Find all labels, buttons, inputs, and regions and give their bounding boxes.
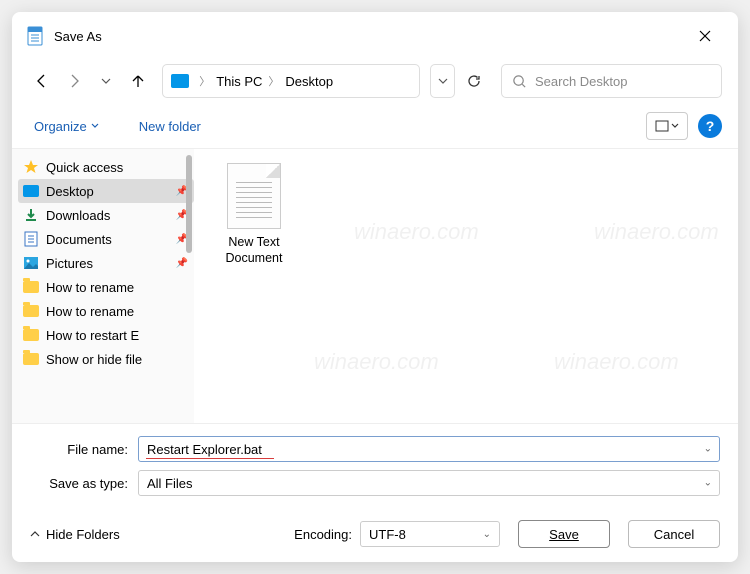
sidebar-item-label: Desktop — [46, 184, 94, 199]
saveastype-value: All Files — [147, 476, 193, 491]
up-button[interactable] — [124, 65, 152, 97]
folder-icon — [22, 279, 40, 295]
view-icon — [655, 120, 669, 132]
sidebar-item-downloads[interactable]: Downloads 📌 — [18, 203, 194, 227]
saveastype-select[interactable]: All Files — [138, 470, 720, 496]
sidebar-item-quick-access[interactable]: Quick access — [18, 155, 194, 179]
crumb-thispc[interactable]: This PC — [214, 72, 264, 91]
new-folder-label: New folder — [139, 119, 201, 134]
chevron-down-icon[interactable]: ⌄ — [704, 444, 712, 455]
address-dropdown[interactable] — [430, 64, 455, 98]
forward-button[interactable] — [60, 65, 88, 97]
downloads-icon — [22, 207, 40, 223]
folder-icon — [22, 327, 40, 343]
refresh-button[interactable] — [459, 64, 489, 98]
chevron-down-icon — [671, 122, 679, 130]
text-file-icon — [227, 163, 281, 229]
sidebar-item-label: Documents — [46, 232, 112, 247]
hide-folders-toggle[interactable]: Hide Folders — [30, 527, 120, 542]
action-row: Hide Folders Encoding: UTF-8 ⌄ Save Canc… — [12, 512, 738, 562]
file-label: New Text Document — [206, 235, 302, 266]
recent-locations-button[interactable] — [92, 65, 120, 97]
sidebar-item-label: Pictures — [46, 256, 93, 271]
save-form: File name: ⌄ Save as type: All Files ⌄ — [12, 423, 738, 512]
chevron-down-icon[interactable]: ⌄ — [704, 478, 712, 489]
folder-icon — [22, 303, 40, 319]
organize-label: Organize — [34, 119, 87, 134]
search-box[interactable] — [501, 64, 722, 98]
folder-icon — [22, 351, 40, 367]
toolbar: Organize New folder ? — [12, 108, 738, 149]
back-button[interactable] — [28, 65, 56, 97]
chevron-down-icon: ⌄ — [483, 529, 491, 540]
sidebar-item-desktop[interactable]: Desktop 📌 — [18, 179, 194, 203]
file-item[interactable]: New Text Document — [206, 163, 302, 266]
filename-label: File name: — [30, 442, 138, 457]
desktop-icon — [22, 183, 40, 199]
chevron-right-icon: 〉 — [264, 73, 283, 89]
sidebar-item-label: How to rename — [46, 280, 134, 295]
chevron-down-icon — [91, 122, 99, 130]
encoding-value: UTF-8 — [369, 527, 406, 542]
sidebar-item-pictures[interactable]: Pictures 📌 — [18, 251, 194, 275]
organize-button[interactable]: Organize — [28, 113, 105, 140]
file-list-area[interactable]: New Text Document winaero.com winaero.co… — [194, 149, 738, 423]
sidebar-item-documents[interactable]: Documents 📌 — [18, 227, 194, 251]
sidebar-item-label: How to restart E — [46, 328, 139, 343]
dialog-body: Quick access Desktop 📌 Downloads 📌 Docum… — [12, 149, 738, 423]
search-input[interactable] — [535, 74, 711, 89]
close-button[interactable] — [686, 22, 724, 50]
sidebar-item-label: Show or hide file — [46, 352, 142, 367]
navigation-row: 〉 This PC 〉 Desktop — [12, 58, 738, 108]
save-button[interactable]: Save — [518, 520, 610, 548]
sidebar-item-folder[interactable]: How to rename — [18, 275, 194, 299]
breadcrumb[interactable]: 〉 This PC 〉 Desktop — [162, 64, 420, 98]
save-as-dialog: Save As 〉 This PC 〉 Desktop Organize New… — [12, 12, 738, 562]
search-icon — [512, 74, 527, 89]
chevron-right-icon: 〉 — [195, 73, 214, 89]
crumb-desktop[interactable]: Desktop — [283, 72, 335, 91]
chevron-up-icon — [30, 529, 40, 539]
this-pc-icon — [171, 74, 189, 88]
sidebar-item-label: Downloads — [46, 208, 110, 223]
new-folder-button[interactable]: New folder — [133, 113, 207, 140]
pictures-icon — [22, 255, 40, 271]
notepad-icon — [26, 26, 44, 46]
sidebar-item-folder[interactable]: Show or hide file — [18, 347, 194, 371]
sidebar-item-folder[interactable]: How to restart E — [18, 323, 194, 347]
help-button[interactable]: ? — [698, 114, 722, 138]
saveastype-label: Save as type: — [30, 476, 138, 491]
view-options-button[interactable] — [646, 112, 688, 140]
sidebar-item-label: How to rename — [46, 304, 134, 319]
documents-icon — [22, 231, 40, 247]
sidebar-item-label: Quick access — [46, 160, 123, 175]
titlebar: Save As — [12, 12, 738, 58]
scrollbar-thumb[interactable] — [186, 155, 192, 253]
sidebar-item-folder[interactable]: How to rename — [18, 299, 194, 323]
sidebar-scrollbar[interactable] — [184, 155, 194, 417]
cancel-button[interactable]: Cancel — [628, 520, 720, 548]
star-icon — [22, 159, 40, 175]
encoding-select[interactable]: UTF-8 ⌄ — [360, 521, 500, 547]
navigation-pane: Quick access Desktop 📌 Downloads 📌 Docum… — [12, 149, 194, 423]
filename-input[interactable] — [138, 436, 720, 462]
encoding-label: Encoding: — [294, 527, 352, 542]
hide-folders-label: Hide Folders — [46, 527, 120, 542]
window-title: Save As — [54, 29, 102, 44]
